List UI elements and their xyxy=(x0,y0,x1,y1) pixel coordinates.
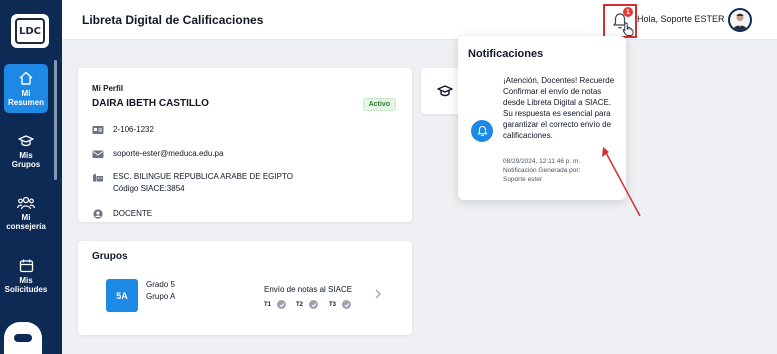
role-text: DOCENTE xyxy=(113,209,153,218)
email-text: soporte-ester@meduca.edu.pa xyxy=(113,149,224,158)
user-greeting: Hola, Soporte ESTER xyxy=(637,14,725,24)
top-header: Libreta Digital de Calificaciones 1 Hola… xyxy=(62,0,777,40)
calendar-icon xyxy=(19,259,33,273)
notification-timestamp: 08/29/2024, 12:11:46 p. m. xyxy=(503,158,581,165)
group-chip[interactable]: 5A xyxy=(106,279,138,312)
term-t1: T1 xyxy=(264,300,287,309)
sidebar-item-label: Resumen xyxy=(7,98,44,107)
sidebar-item-mis-grupos[interactable]: Mis Grupos xyxy=(4,134,48,169)
status-badge: Activo xyxy=(362,98,396,111)
groups-card: Grupos 5A Grado 5 Grupo A Envío de notas… xyxy=(78,241,412,335)
notifications-panel: Notificaciones ¡Atención, Docentes! Recu… xyxy=(458,36,626,200)
term-label: T3 xyxy=(329,301,337,308)
graduation-cap-icon xyxy=(18,135,34,147)
page-title: Libreta Digital de Calificaciones xyxy=(82,13,264,27)
sidebar-item-mi-resumen[interactable]: Mi Resumen xyxy=(4,64,48,113)
group-name: Grupo A xyxy=(146,292,176,301)
sidebar-item-label: Mis xyxy=(19,151,33,160)
sidebar-item-label: Mis xyxy=(19,276,33,285)
notifications-button[interactable]: 1 xyxy=(603,4,637,38)
graduation-cap-icon xyxy=(437,85,453,97)
sidebar-item-mis-solicitudes[interactable]: Mis Solicitudes xyxy=(4,258,48,294)
profile-name: DAIRA IBETH CASTILLO xyxy=(92,98,209,109)
chat-help-button[interactable] xyxy=(4,322,42,354)
term-t2: T2 xyxy=(296,300,319,309)
siace-send-label: Envío de notas al SIACE xyxy=(264,285,353,294)
group-grade: Grado 5 xyxy=(146,280,175,289)
school-name: ESC. BILINGUE REPUBLICA ARABE DE EGIPTO xyxy=(113,172,293,181)
notifications-title: Notificaciones xyxy=(468,48,544,60)
chevron-right-icon[interactable] xyxy=(374,289,382,299)
sidebar-item-label: consejería xyxy=(6,222,46,231)
sidebar-item-label: Mi xyxy=(21,89,31,98)
users-icon xyxy=(17,196,35,210)
profile-section-title: Mi Perfil xyxy=(92,84,124,93)
check-circle-icon xyxy=(277,300,287,309)
school-row: ESC. BILINGUE REPUBLICA ARABE DE EGIPTO … xyxy=(92,171,293,195)
term-label: T2 xyxy=(296,301,304,308)
profile-card: Mi Perfil DAIRA IBETH CASTILLO Activo 2-… xyxy=(78,68,412,222)
app-logo[interactable]: LDC xyxy=(11,14,49,48)
id-row: 2-106-1232 xyxy=(92,124,154,136)
sidebar-item-label: Solicitudes xyxy=(4,285,48,294)
notification-author-label: Notificación Generada por: xyxy=(503,167,581,174)
logo-text: LDC xyxy=(15,18,45,44)
chat-icon xyxy=(14,334,32,342)
home-icon xyxy=(19,71,33,85)
notification-message[interactable]: ¡Atención, Docentes! Recuerde Confirmar … xyxy=(503,75,621,141)
mail-icon xyxy=(92,150,104,158)
notification-count-badge: 1 xyxy=(623,7,633,17)
notification-bell-icon xyxy=(471,120,493,142)
term-label: T1 xyxy=(264,301,272,308)
hand-cursor-icon xyxy=(622,22,634,36)
sidebar-item-mi-consejeria[interactable]: Mi consejería xyxy=(4,196,48,231)
user-avatar[interactable] xyxy=(728,8,752,32)
id-number: 2-106-1232 xyxy=(113,125,154,134)
check-circle-icon xyxy=(309,300,319,309)
siace-code: Código SIACE:3854 xyxy=(113,184,185,193)
check-circle-icon xyxy=(342,300,352,309)
sidebar-scrollbar[interactable] xyxy=(54,60,57,180)
summary-card[interactable] xyxy=(421,68,461,114)
role-row: DOCENTE xyxy=(92,208,152,220)
email-row: soporte-ester@meduca.edu.pa xyxy=(92,148,223,160)
avatar-image xyxy=(733,13,747,30)
building-icon xyxy=(93,173,103,182)
user-circle-icon xyxy=(93,209,103,219)
id-card-icon xyxy=(92,126,104,134)
term-t3: T3 xyxy=(329,300,352,309)
notification-author: Soporte ester xyxy=(503,176,543,183)
groups-section-title: Grupos xyxy=(92,251,128,262)
sidebar-item-label: Grupos xyxy=(11,160,41,169)
sidebar-item-label: Mi xyxy=(21,213,31,222)
sidebar: LDC Mi Resumen Mis Grupos Mi consejería Mis… xyxy=(0,0,62,354)
